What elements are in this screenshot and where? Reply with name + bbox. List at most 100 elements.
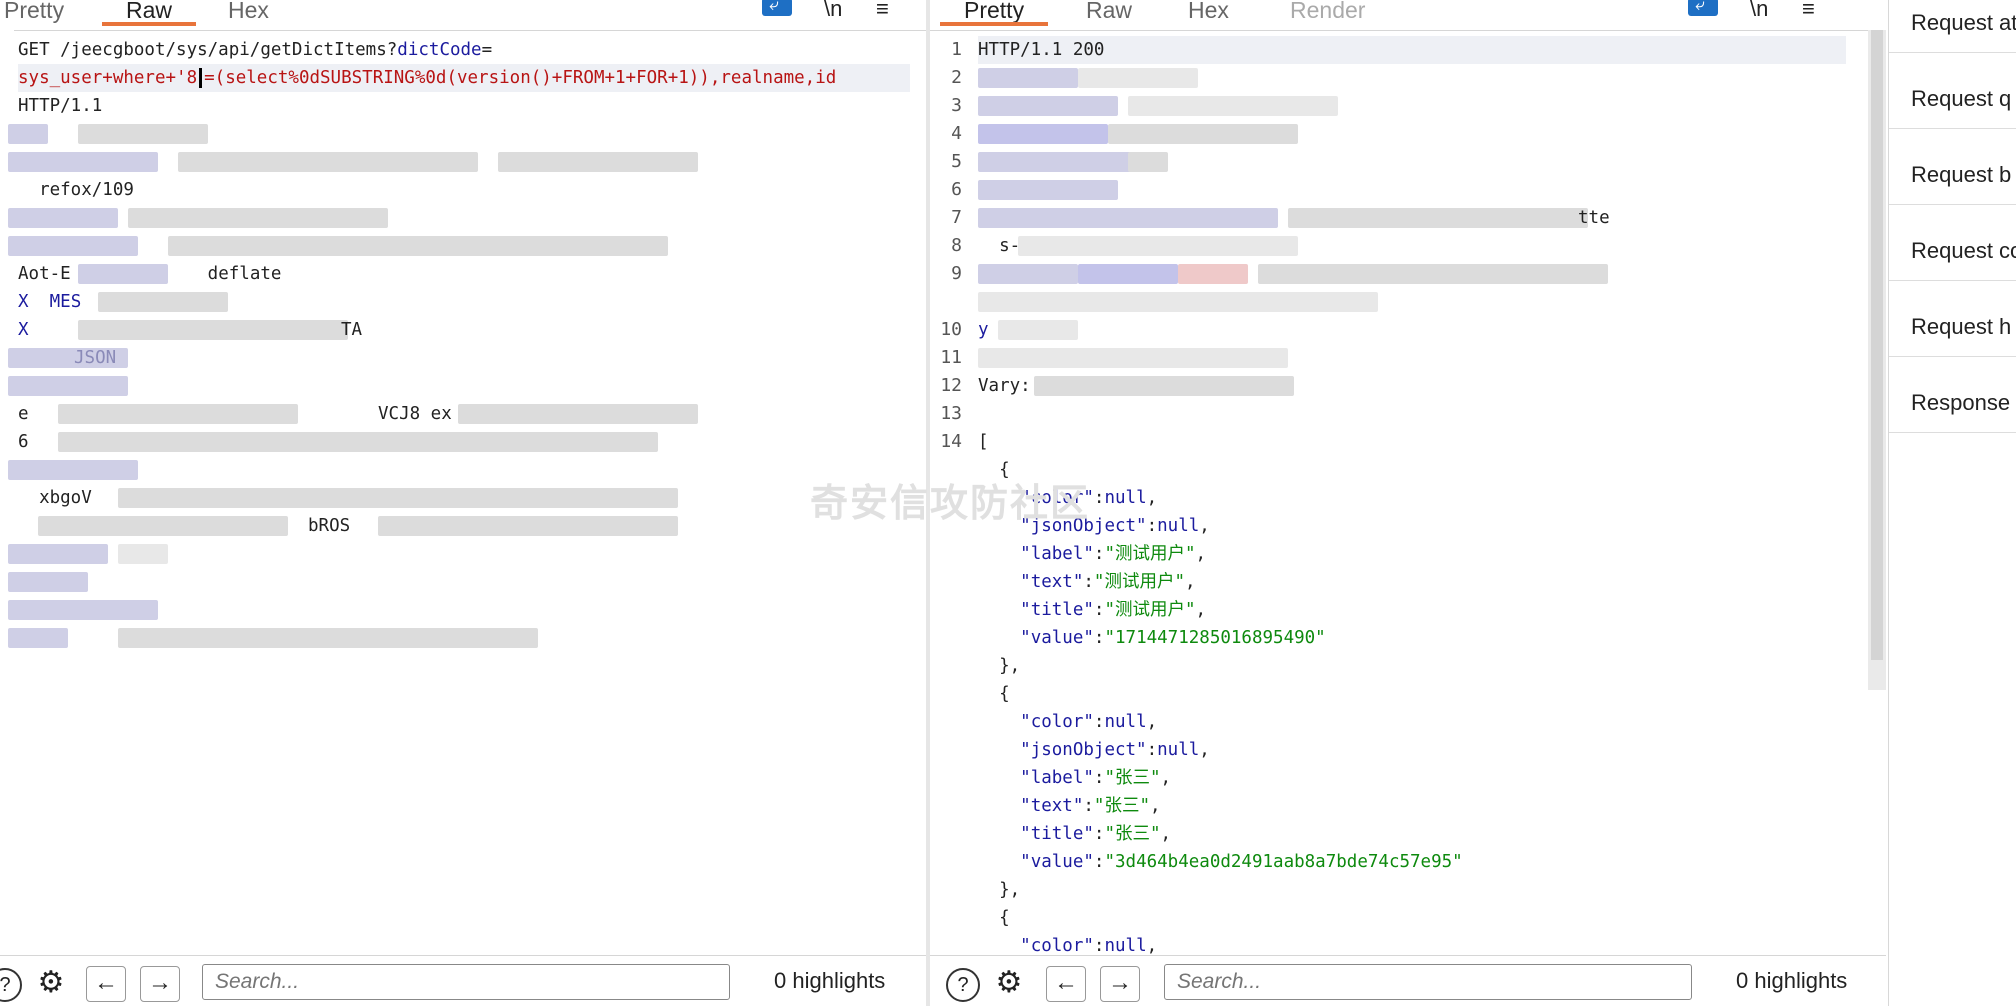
json-object-open: { — [978, 684, 1010, 704]
fragment-e: e — [18, 404, 29, 424]
header-fragment-mes: MES — [49, 292, 82, 312]
sidebar-separator — [1889, 280, 2016, 281]
request-highlights-count: 0 highlights — [774, 968, 886, 993]
request-search-input[interactable] — [202, 964, 730, 1000]
request-line-5 — [8, 232, 910, 260]
json-field: "text":"张三", — [1020, 796, 1161, 816]
settings-gear-icon[interactable]: ⚙ — [36, 968, 66, 998]
line-number: 6 — [951, 179, 962, 200]
request-method-path: GET /jeecgboot/sys/api/getDictItems? — [18, 40, 398, 60]
sqli-payload-part-b: =(select%0dSUBSTRING%0d(version()+FROM+1… — [204, 68, 837, 88]
response-line-2: 2 — [951, 64, 1846, 92]
redacted-block — [978, 180, 1118, 200]
redacted-block — [1128, 96, 1338, 116]
sidebar-separator — [1889, 204, 2016, 205]
inspector-sidebar: Request at Request q Request b Request c… — [1888, 0, 2016, 1006]
redacted-block — [8, 628, 68, 648]
redacted-block — [38, 516, 288, 536]
json-field: "jsonObject":null, — [1020, 740, 1210, 760]
sidebar-item-response[interactable]: Response — [1911, 390, 2010, 416]
redacted-block — [998, 320, 1078, 340]
scrollbar-thumb[interactable] — [1871, 30, 1883, 660]
redacted-block — [58, 404, 298, 424]
redacted-block — [8, 572, 88, 592]
sidebar-item-request-body[interactable]: Request b — [1911, 162, 2011, 188]
ua-fragment: refox/109 — [39, 180, 134, 200]
response-search-input[interactable] — [1164, 964, 1692, 1000]
line-number: 3 — [951, 95, 962, 116]
response-tab-render[interactable]: Render — [1290, 0, 1365, 26]
request-line-1b: sys_user+where+'8 =(select%0dSUBSTRING%0d… — [18, 64, 910, 92]
request-line-10 — [8, 372, 910, 400]
response-line-6: 6 — [951, 176, 1846, 204]
redacted-block — [978, 348, 1288, 368]
sqli-payload-part-a: sys_user+where+'8 — [18, 68, 198, 88]
sidebar-item-request-query[interactable]: Request q — [1911, 86, 2011, 112]
sidebar-item-request-attributes[interactable]: Request at — [1911, 10, 2016, 36]
response-line-12: 12 Vary: — [940, 372, 1846, 400]
help-icon[interactable]: ? — [0, 968, 22, 1002]
request-tab-pretty[interactable]: Pretty — [4, 0, 64, 26]
request-line-7: X MES — [18, 288, 910, 316]
line-number: 8 — [951, 235, 962, 256]
request-editor[interactable]: GET /jeecgboot/sys/api/getDictItems?dict… — [0, 30, 926, 956]
redacted-block — [1288, 208, 1588, 228]
menu-icon[interactable]: ≡ — [876, 0, 889, 22]
help-icon[interactable]: ? — [946, 968, 980, 1002]
response-code[interactable]: 1 HTTP/1.1 200 2 3 4 5 6 7 tte 8 s- 9 10 y … — [940, 36, 1846, 956]
json-object-open: { — [978, 460, 1010, 480]
request-line-3b: refox/109 — [18, 176, 910, 204]
request-line-3 — [8, 148, 910, 176]
request-tab-hex[interactable]: Hex — [228, 0, 269, 26]
response-line-9: 9 — [951, 260, 1846, 288]
redacted-block — [118, 628, 538, 648]
redacted-block — [978, 68, 1078, 88]
request-line-14: xbgoV — [18, 484, 910, 512]
line-number: 4 — [951, 123, 962, 144]
request-pane: Pretty Raw Hex \n ≡ GET /jeecgboot/sys/a… — [0, 0, 926, 1006]
response-line-11: 11 — [940, 344, 1846, 372]
response-scrollbar[interactable] — [1868, 30, 1886, 690]
redacted-block — [458, 404, 698, 424]
wrap-lines-icon[interactable] — [1688, 0, 1718, 16]
settings-gear-icon[interactable]: ⚙ — [994, 968, 1024, 998]
redacted-block — [8, 376, 128, 396]
header-fragment-ta: TA — [341, 320, 363, 340]
sidebar-item-request-headers[interactable]: Request h — [1911, 314, 2011, 340]
redacted-block — [118, 488, 678, 508]
newline-toggle-button[interactable]: \n — [824, 0, 842, 22]
json-field: "color":null, — [1020, 488, 1158, 508]
redacted-block — [128, 208, 388, 228]
redacted-block — [78, 264, 168, 284]
json-field: "title":"测试用户", — [1020, 600, 1207, 620]
sidebar-item-request-cookies[interactable]: Request co — [1911, 238, 2016, 264]
sidebar-separator — [1889, 432, 2016, 433]
request-code[interactable]: GET /jeecgboot/sys/api/getDictItems?dict… — [8, 36, 910, 652]
response-tab-pretty[interactable]: Pretty — [939, 0, 1049, 26]
next-match-button[interactable]: → — [140, 966, 180, 1002]
wrap-lines-icon[interactable] — [762, 0, 792, 16]
redacted-block — [978, 264, 1078, 284]
newline-toggle-button[interactable]: \n — [1750, 0, 1768, 22]
json-field: "label":"测试用户", — [1020, 544, 1207, 564]
redacted-block — [78, 320, 348, 340]
redacted-block — [1078, 264, 1178, 284]
response-tab-hex[interactable]: Hex — [1188, 0, 1229, 26]
response-status-line: HTTP/1.1 200 — [978, 40, 1105, 60]
request-line-6: Aot-E deflate — [18, 264, 282, 284]
fragment-6: 6 — [18, 432, 29, 452]
next-match-button[interactable]: → — [1100, 966, 1140, 1002]
prev-match-button[interactable]: ← — [1046, 966, 1086, 1002]
redacted-block — [978, 292, 1378, 312]
request-search-bar: ? ⚙ ← → 0 highlights — [0, 955, 926, 1006]
request-tab-raw[interactable]: Raw — [101, 0, 197, 26]
prev-match-button[interactable]: ← — [86, 966, 126, 1002]
fragment-bros: bROS — [308, 516, 351, 536]
response-line-7: 7 tte — [951, 204, 1846, 232]
line-number: 2 — [951, 67, 962, 88]
json-object-open: { — [978, 908, 1010, 928]
json-object-close: }, — [978, 880, 1021, 900]
request-line-18 — [8, 596, 910, 624]
response-tab-raw[interactable]: Raw — [1086, 0, 1132, 26]
menu-icon[interactable]: ≡ — [1802, 0, 1815, 22]
